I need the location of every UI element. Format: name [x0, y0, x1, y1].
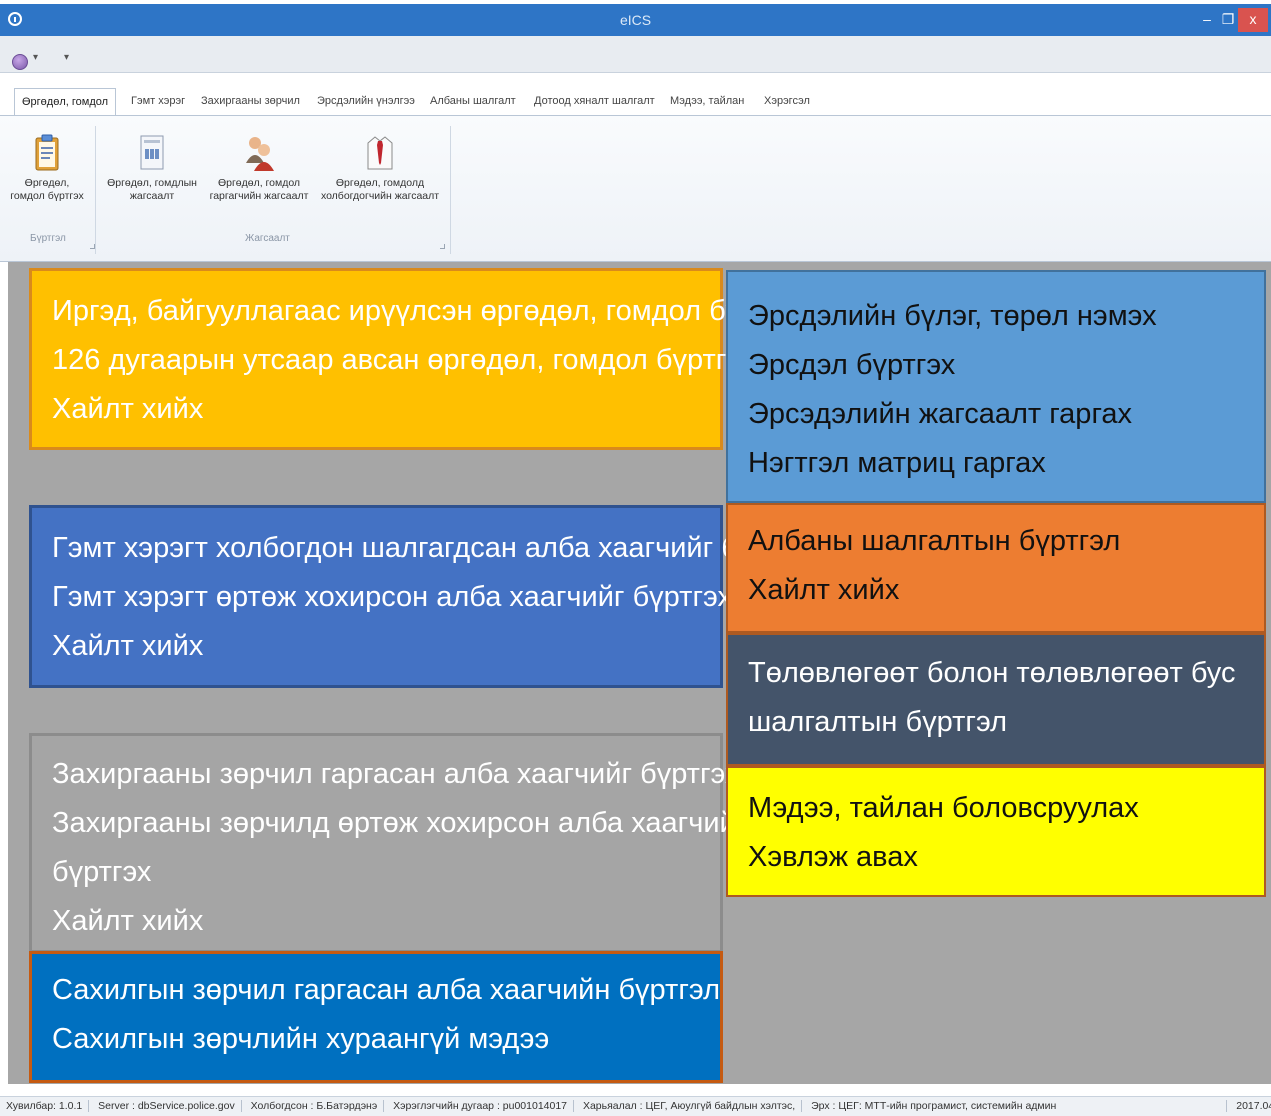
register-complaint-label-2: гомдол бүртгэх: [10, 190, 84, 202]
panel-line[interactable]: Гэмт хэрэгт өртөж хохирсон алба хаагчийг…: [52, 573, 732, 622]
register-complaint-label-1: Өргөдөл,: [24, 177, 70, 189]
panel-line[interactable]: Сахилгын зөрчлийн хураангүй мэдээ: [52, 1015, 700, 1064]
window-title: eICS: [619, 12, 652, 28]
quick-access-toolbar: [0, 36, 1271, 73]
group-label-lists: Жагсаалт: [245, 233, 290, 244]
minimize-button[interactable]: –: [1196, 8, 1218, 32]
panel-line[interactable]: 126 дугаарын утсаар авсан өргөдөл, гомдо…: [52, 336, 755, 385]
panel-line[interactable]: Хэвлэж авах: [748, 833, 1244, 882]
respondent-list-button[interactable]: Өргөдөл, гомдолд холбогдогчийн жагсаалт: [316, 133, 444, 203]
complainant-list-label-2: гаргагчийн жагсаалт: [209, 190, 309, 202]
panel-reports[interactable]: Мэдээ, тайлан боловсруулах Хэвлэж авах: [726, 766, 1266, 897]
customize-toolbar-icon[interactable]: ▾: [64, 52, 69, 63]
tab-crime[interactable]: Гэмт хэрэг: [124, 88, 192, 115]
title-bar: eICS – ❐ x: [0, 4, 1271, 36]
main-dashboard: Иргэд, байгууллагаас ирүүлсэн өргөдөл, г…: [8, 262, 1271, 1084]
panel-line[interactable]: Хайлт хийх: [52, 622, 700, 671]
list-document-icon: [135, 133, 169, 171]
status-connected-user: Холбогдсон : Б.Батэрдэнэ: [244, 1100, 385, 1112]
panel-line[interactable]: Хайлт хийх: [52, 385, 700, 434]
tab-tools[interactable]: Хэрэгсэл: [757, 88, 817, 115]
group-expand-icon[interactable]: [90, 244, 95, 249]
group-expand-icon[interactable]: [440, 244, 445, 249]
tab-internal-control[interactable]: Дотоод хяналт шалгалт: [527, 88, 662, 115]
complaint-list-label-1: Өргөдөл, гомдлын: [107, 177, 197, 189]
app-menu-orb-icon[interactable]: [12, 54, 28, 70]
panel-admin-violation[interactable]: Захиргааны зөрчил гаргасан алба хаагчийг…: [29, 733, 746, 953]
panel-line[interactable]: Нэгтгэл матриц гаргах: [748, 439, 1244, 488]
tab-complaints[interactable]: Өргөдөл, гомдол: [14, 88, 117, 116]
panel-complaints[interactable]: Иргэд, байгууллагаас ирүүлсэн өргөдөл, г…: [29, 268, 809, 450]
tab-official-inspection[interactable]: Албаны шалгалт: [423, 88, 523, 115]
group-divider: [95, 126, 96, 254]
panel-line[interactable]: бүртгэх: [52, 848, 700, 897]
panel-inspection[interactable]: Албаны шалгалтын бүртгэл Хайлт хийх: [726, 503, 1266, 633]
status-server: Server : dbService.police.gov: [92, 1100, 242, 1112]
status-user-id: Хэрэглэгчийн дугаар : pu001014017: [387, 1100, 575, 1112]
panel-line[interactable]: шалгалтын бүртгэл: [748, 698, 1244, 747]
panel-line[interactable]: Иргэд, байгууллагаас ирүүлсэн өргөдөл, г…: [52, 287, 809, 336]
panel-risk[interactable]: Эрсдэлийн бүлэг, төрөл нэмэх Эрсдэл бүрт…: [726, 270, 1266, 503]
respondent-list-label-2: холбогдогчийн жагсаалт: [320, 190, 440, 202]
panel-line[interactable]: Мэдээ, тайлан боловсруулах: [748, 784, 1244, 833]
panel-crime[interactable]: Гэмт хэрэгт холбогдон шалгагдсан алба ха…: [29, 505, 821, 688]
shirt-tie-icon: [363, 133, 397, 171]
status-bar: Хувилбар: 1.0.1 Server : dbService.polic…: [0, 1096, 1271, 1116]
tab-risk-assessment[interactable]: Эрсдэлийн үнэлгээ: [310, 88, 422, 115]
tab-admin-violation[interactable]: Захиргааны зөрчил: [194, 88, 307, 115]
ribbon-tabs: Өргөдөл, гомдол Гэмт хэрэг Захиргааны зө…: [0, 88, 1271, 116]
panel-line[interactable]: Эрсдэлийн бүлэг, төрөл нэмэх: [748, 292, 1244, 341]
panel-line[interactable]: Хайлт хийх: [52, 897, 700, 946]
panel-line[interactable]: Төлөвлөгөөт болон төлөвлөгөөт бус: [748, 649, 1244, 698]
orb-dropdown-icon[interactable]: ▾: [33, 52, 38, 63]
complaint-list-label-2: жагсаалт: [129, 190, 175, 202]
panel-planned-inspection[interactable]: Төлөвлөгөөт болон төлөвлөгөөт бус шалгал…: [726, 633, 1266, 766]
group-divider: [450, 126, 451, 254]
status-affiliation: Харьяалал : ЦЕГ, Аюулгүй байдлын хэлтэс,: [576, 1100, 803, 1112]
panel-discipline[interactable]: Сахилгын зөрчил гаргасан алба хаагчийн б…: [29, 951, 723, 1083]
close-button[interactable]: x: [1238, 8, 1268, 32]
panel-line[interactable]: Гэмт хэрэгт холбогдон шалгагдсан алба ха…: [52, 524, 821, 573]
respondent-list-label-1: Өргөдөл, гомдолд: [335, 177, 425, 189]
clipboard-icon: [30, 133, 64, 171]
complainant-list-label-1: Өргөдөл, гомдол: [217, 177, 301, 189]
restore-button[interactable]: ❐: [1218, 8, 1238, 32]
panel-line[interactable]: Сахилгын зөрчил гаргасан алба хаагчийн б…: [52, 966, 720, 1015]
panel-line[interactable]: Албаны шалгалтын бүртгэл: [748, 517, 1244, 566]
panel-line[interactable]: Захиргааны зөрчилд өртөж хохирсон алба х…: [52, 799, 746, 848]
status-version: Хувилбар: 1.0.1: [0, 1100, 90, 1112]
status-date: 2017.04.19: [1236, 1100, 1271, 1112]
tab-reports[interactable]: Мэдээ, тайлан: [663, 88, 751, 115]
panel-line[interactable]: Эрсэдэлийн жагсаалт гаргах: [748, 390, 1244, 439]
people-icon: [242, 133, 276, 171]
complainant-list-button[interactable]: Өргөдөл, гомдол гаргагчийн жагсаалт: [204, 133, 314, 203]
group-label-registration: Бүртгэл: [30, 233, 66, 244]
panel-line[interactable]: Захиргааны зөрчил гаргасан алба хаагчийг…: [52, 750, 740, 799]
panel-line[interactable]: Эрсдэл бүртгэх: [748, 341, 1244, 390]
register-complaint-button[interactable]: Өргөдөл, гомдол бүртгэх: [6, 133, 88, 203]
complaint-list-button[interactable]: Өргөдөл, гомдлын жагсаалт: [100, 133, 204, 203]
status-role: Эрх : ЦЕГ: МТТ-ийн програмист, системийн…: [805, 1100, 1228, 1112]
panel-line[interactable]: Хайлт хийх: [748, 566, 1244, 615]
